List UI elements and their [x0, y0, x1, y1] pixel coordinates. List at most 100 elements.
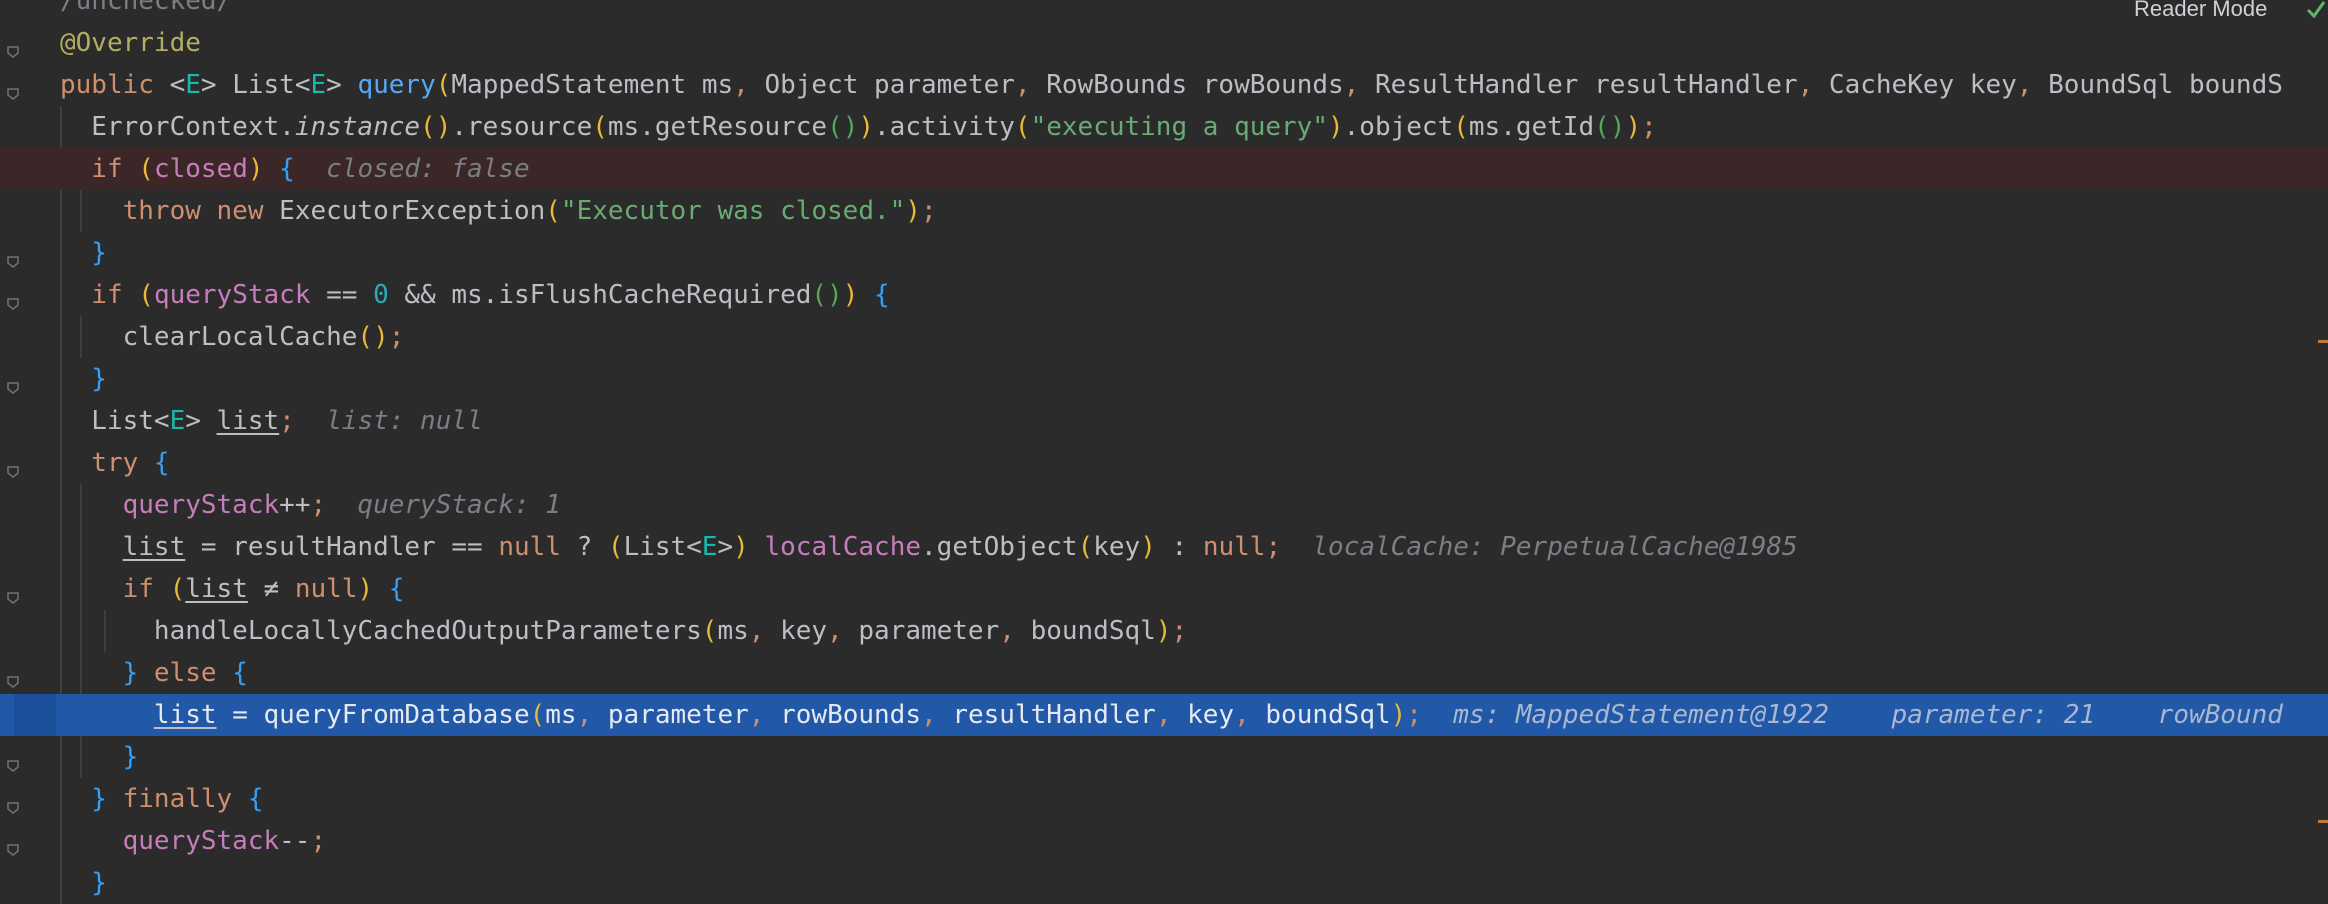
code-token: ms: [717, 616, 749, 646]
code-token: List: [232, 70, 295, 100]
code-token: public: [60, 70, 170, 100]
code-line[interactable]: /unchecked/: [0, 0, 2328, 22]
code-line[interactable]: queryStack++; queryStack: 1: [0, 484, 2328, 526]
code-token: :: [1155, 532, 1203, 562]
code-line[interactable]: try {: [0, 442, 2328, 484]
code-text: }: [60, 862, 107, 904]
current-execution-line[interactable]: list = queryFromDatabase(ms, parameter, …: [0, 694, 2328, 736]
code-line[interactable]: clearLocalCache();: [0, 316, 2328, 358]
code-token: E: [169, 406, 186, 436]
code-token: --: [279, 826, 311, 856]
code-token: (): [357, 322, 389, 352]
code-token: list: [153, 700, 217, 730]
inspection-ok-icon[interactable]: [2304, 0, 2328, 24]
code-token: closed: [153, 154, 248, 184]
code-token: }: [60, 742, 139, 772]
code-line[interactable]: queryStack--;: [0, 820, 2328, 862]
reader-mode-button[interactable]: Reader Mode: [2134, 0, 2267, 22]
code-text: handleLocallyCachedOutputParameters(ms, …: [60, 610, 1187, 652]
code-token: resultHandler: [952, 700, 1156, 730]
code-line[interactable]: }: [0, 862, 2328, 904]
code-token: handleLocallyCachedOutputParameters: [60, 616, 702, 646]
code-token: }: [60, 364, 107, 394]
code-token: ): [905, 196, 921, 226]
inline-debug-value[interactable]: localCache: PerpetualCache@1985: [1281, 532, 1797, 562]
code-line[interactable]: if (queryStack == 0 && ms.isFlushCacheRe…: [0, 274, 2328, 316]
code-token: .getObject: [921, 532, 1078, 562]
code-token: ): [858, 112, 875, 142]
code-line[interactable]: }: [0, 232, 2328, 274]
error-stripe-marker[interactable]: [2318, 820, 2328, 823]
code-token: <: [686, 532, 702, 562]
code-token: ;: [310, 490, 327, 520]
code-token: boundSql: [1265, 700, 1391, 730]
code-line[interactable]: list = resultHandler == null ? (List<E>)…: [0, 526, 2328, 568]
code-editor[interactable]: /unchecked/@Override public <E> List<E> q…: [0, 0, 2328, 904]
code-text: clearLocalCache();: [60, 316, 405, 358]
code-token: ;: [1406, 700, 1422, 730]
code-line[interactable]: }: [0, 358, 2328, 400]
code-line[interactable]: }: [0, 736, 2328, 778]
code-token: ms: [545, 700, 577, 730]
code-token: query: [357, 70, 436, 100]
code-token: ,: [1343, 70, 1375, 100]
code-token: ): [733, 532, 749, 562]
code-token: MappedStatement ms: [451, 70, 734, 100]
code-token: ≠: [247, 574, 295, 604]
code-token: List: [623, 532, 687, 562]
code-token: }: [60, 238, 107, 268]
code-token: (: [545, 196, 561, 226]
breakpoint-line[interactable]: if (closed) { closed: false: [0, 148, 2328, 190]
code-line[interactable]: List<E> list; list: null: [0, 400, 2328, 442]
code-line[interactable]: @Override: [0, 22, 2328, 64]
code-token: (): [827, 112, 859, 142]
code-token: queryStack: [60, 826, 280, 856]
code-token: E: [185, 70, 201, 100]
code-token: >: [200, 70, 233, 100]
code-token: "executing a query": [1030, 112, 1328, 142]
code-line[interactable]: handleLocallyCachedOutputParameters(ms, …: [0, 610, 2328, 652]
code-token: key: [1187, 700, 1235, 730]
code-line[interactable]: if (list ≠ null) {: [0, 568, 2328, 610]
code-token: ++: [279, 490, 311, 520]
inline-debug-value[interactable]: ms: MappedStatement@1922 parameter: 21 r…: [1422, 700, 2283, 730]
code-token: (: [138, 280, 154, 310]
code-token: (: [1077, 532, 1094, 562]
code-token: ): [357, 574, 374, 604]
code-token: Object parameter: [764, 70, 1015, 100]
code-line[interactable]: } finally {: [0, 778, 2328, 820]
code-line[interactable]: ErrorContext.instance().resource(ms.getR…: [0, 106, 2328, 148]
code-text: list = queryFromDatabase(ms, parameter, …: [60, 694, 2283, 736]
inline-debug-value[interactable]: list: null: [295, 406, 483, 436]
code-token: list: [122, 532, 186, 562]
code-text: ErrorContext.instance().resource(ms.getR…: [60, 106, 1656, 148]
code-token: CacheKey key: [1828, 70, 2017, 100]
code-token: .object: [1343, 112, 1454, 142]
code-token: throw new: [60, 196, 280, 226]
code-token: ,: [1797, 70, 1829, 100]
code-token: try: [60, 448, 154, 478]
code-token: (: [1014, 112, 1031, 142]
code-token: if: [60, 154, 139, 184]
code-token: ,: [748, 616, 781, 646]
code-token: ): [842, 280, 859, 310]
code-token: E: [701, 532, 718, 562]
code-text: if (closed) { closed: false: [60, 148, 530, 190]
inline-debug-value[interactable]: queryStack: 1: [326, 490, 561, 520]
inline-debug-value[interactable]: closed: false: [295, 154, 530, 184]
code-text: @Override: [60, 22, 201, 64]
code-token: ): [1390, 700, 1407, 730]
error-stripe-marker[interactable]: [2318, 340, 2328, 343]
code-token: E: [310, 70, 327, 100]
code-token: key: [1093, 532, 1141, 562]
code-text: }: [60, 232, 107, 274]
code-line[interactable]: public <E> List<E> query(MappedStatement…: [0, 64, 2328, 106]
code-token: ,: [1155, 700, 1188, 730]
code-token: {: [858, 280, 890, 310]
code-token: parameter: [858, 616, 1000, 646]
code-token: ): [1140, 532, 1156, 562]
code-line[interactable]: } else {: [0, 652, 2328, 694]
code-line[interactable]: throw new ExecutorException("Executor wa…: [0, 190, 2328, 232]
